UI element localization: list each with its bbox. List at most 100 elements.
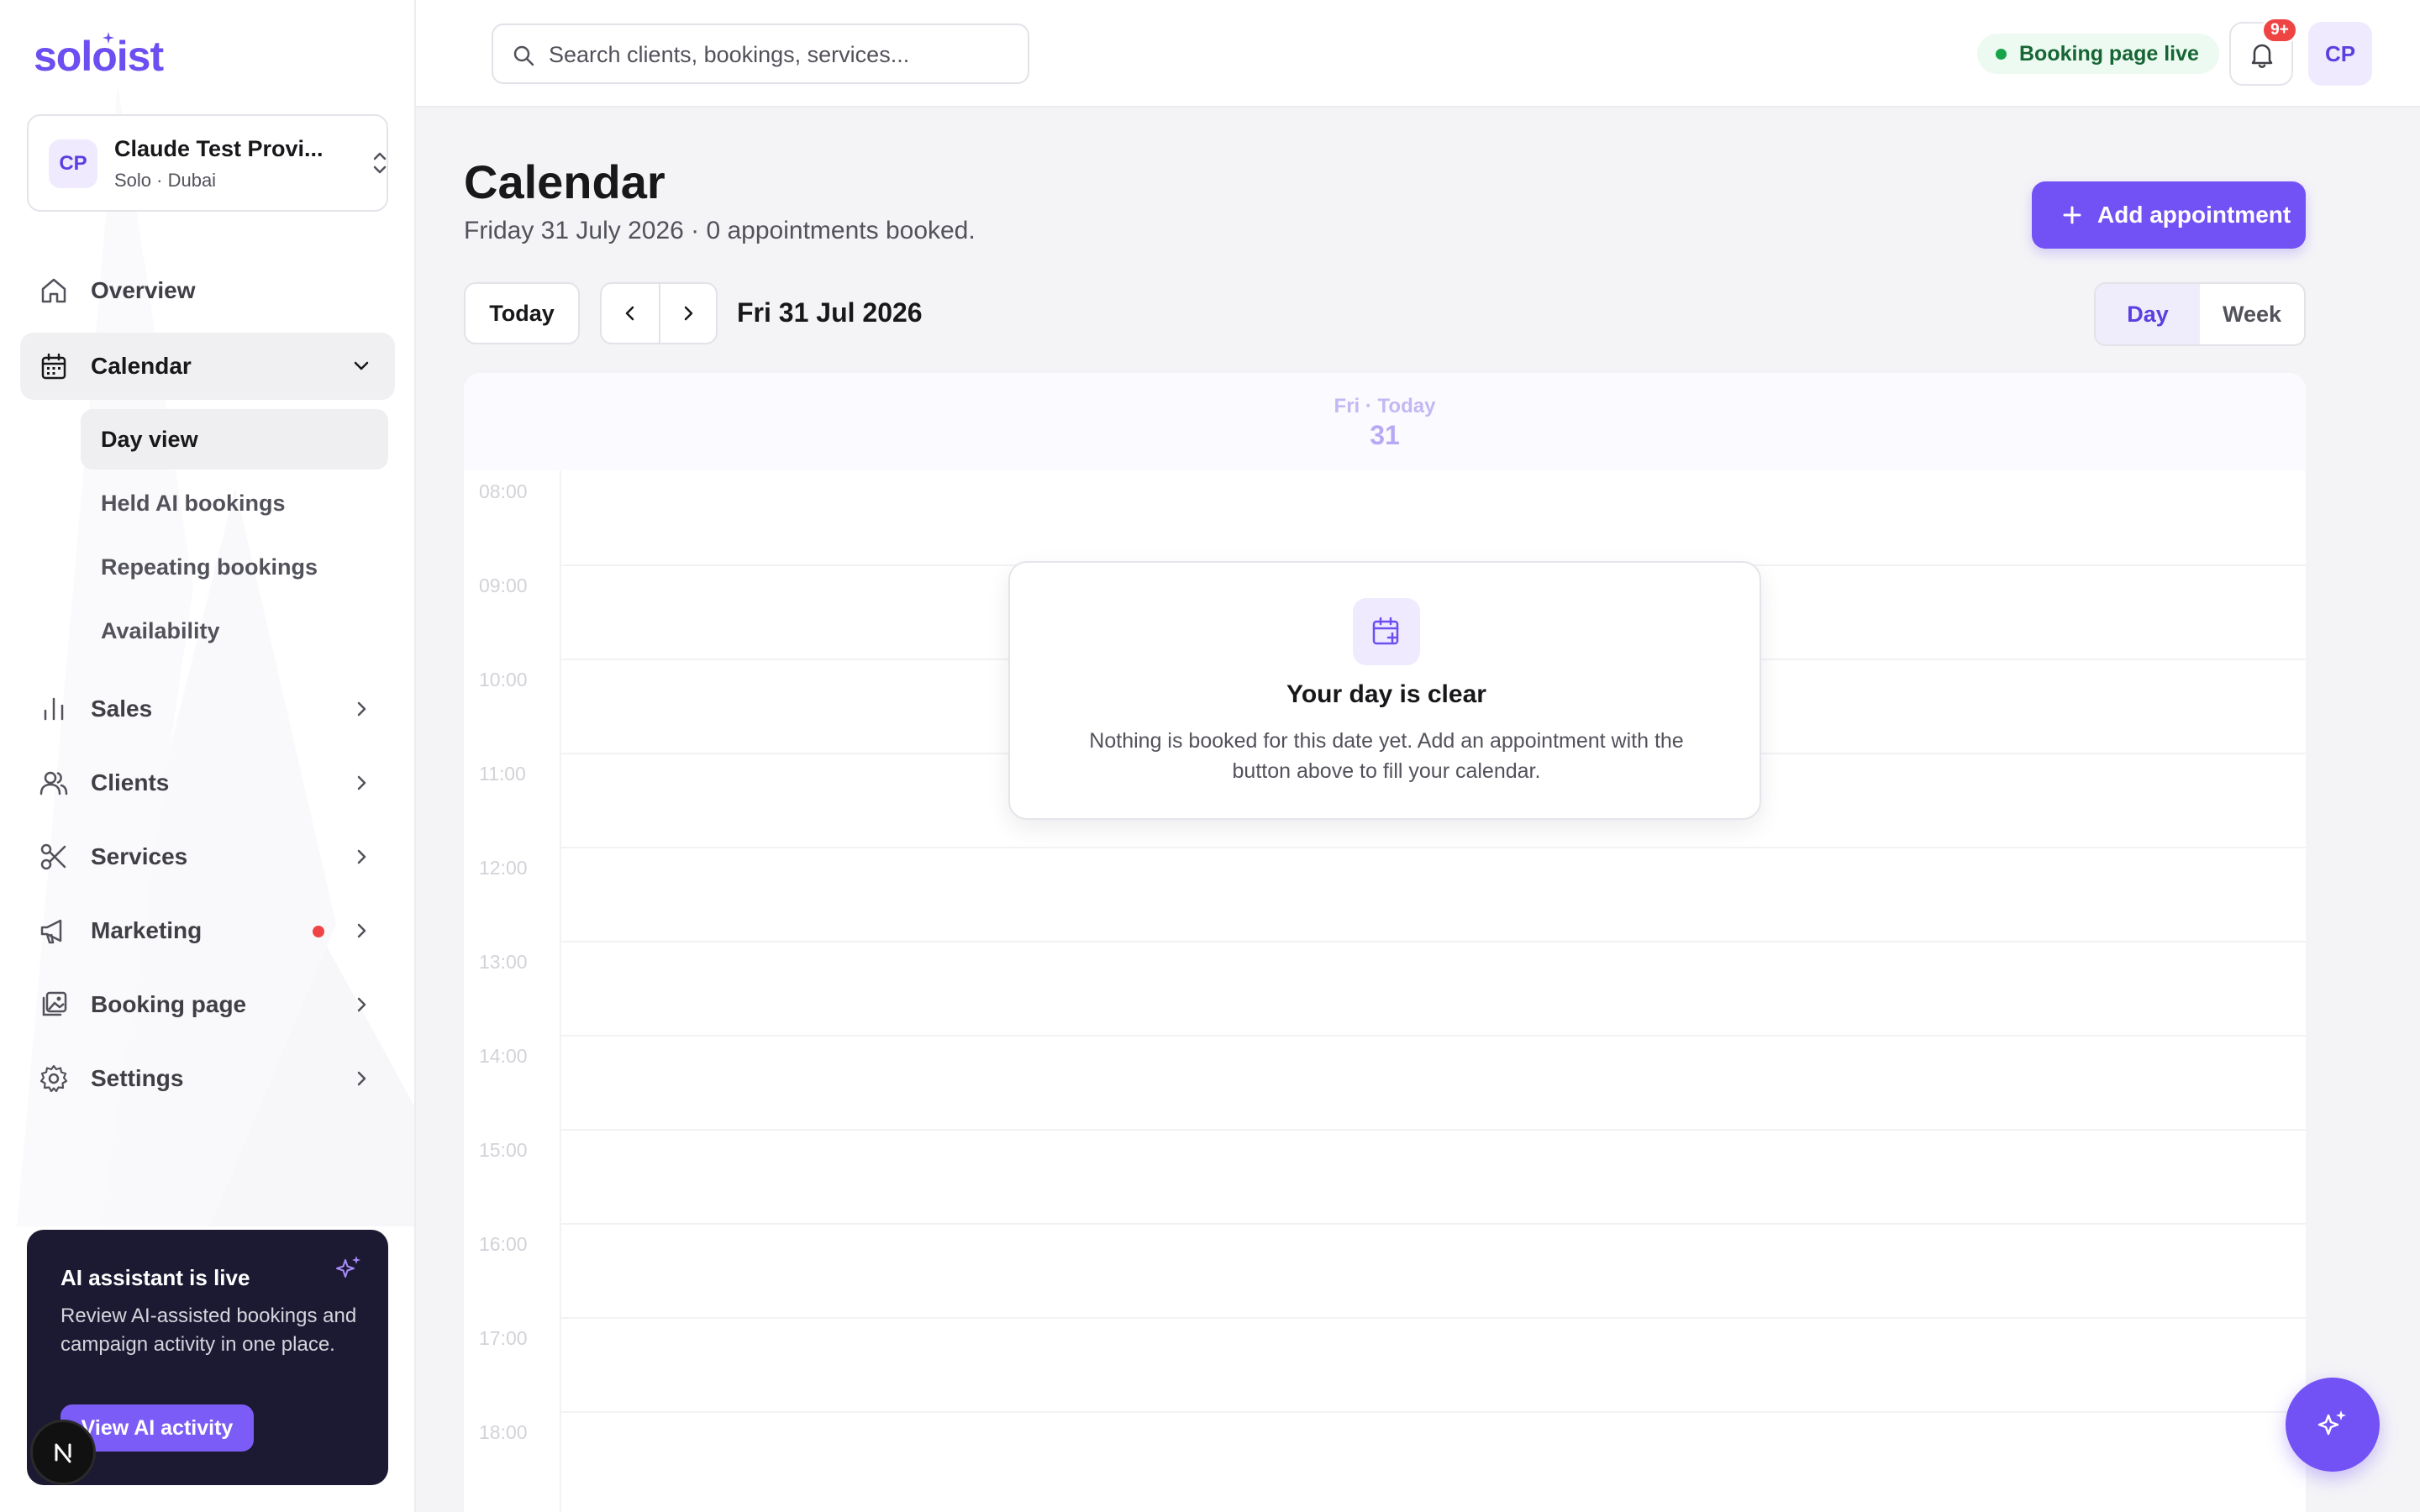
- notification-dot: [313, 926, 324, 937]
- chevron-right-icon: [357, 775, 366, 790]
- sidebar-item-overview[interactable]: Overview: [20, 257, 395, 324]
- hour-label: 09:00: [479, 575, 528, 596]
- plus-icon: [2063, 206, 2081, 224]
- today-button[interactable]: Today: [464, 282, 580, 344]
- hour-label: 11:00: [479, 763, 526, 785]
- sidebar-subitem-availability[interactable]: Availability: [81, 601, 388, 661]
- sidebar-subitem-repeating-bookings[interactable]: Repeating bookings: [81, 537, 388, 597]
- sidebar: soloist CP Claude Test Provi... Solo · D…: [0, 0, 416, 1512]
- view-week-button[interactable]: Week: [2200, 284, 2304, 344]
- sidebar-subitem-day-view[interactable]: Day view: [81, 409, 388, 470]
- chevron-right-icon: [357, 923, 366, 938]
- sidebar-item-label: Marketing: [91, 917, 203, 943]
- hour-gridline: [561, 847, 2306, 848]
- chevron-right-icon: [357, 849, 366, 864]
- calendar-day-header: Fri · Today 31: [464, 373, 2306, 470]
- sidebar-item-sales[interactable]: Sales: [20, 675, 395, 743]
- scissors-icon: [40, 843, 66, 870]
- app-root: soloist CP Claude Test Provi... Solo · D…: [0, 0, 2420, 1512]
- sidebar-item-settings[interactable]: Settings: [20, 1045, 395, 1112]
- n-logo-icon: [55, 1443, 71, 1463]
- hour-label: 18:00: [479, 1421, 528, 1443]
- page-subtitle: Friday 31 July 2026 · 0 appointments boo…: [464, 217, 976, 244]
- sparkles-icon: [336, 1256, 360, 1278]
- calendar-day-grid: Fri · Today 31 08:00 09:00 10:00 11:00 12:00…: [464, 373, 2306, 1512]
- status-label: Booking page live: [2019, 41, 2199, 66]
- sidebar-item-services[interactable]: Services: [20, 823, 395, 890]
- account-avatar: CP: [49, 139, 97, 188]
- users-icon: [39, 771, 68, 795]
- hour-label: 15:00: [479, 1139, 528, 1161]
- hour-label: 12:00: [479, 857, 528, 879]
- sidebar-item-marketing[interactable]: Marketing: [20, 897, 395, 964]
- account-name: Claude Test Provi...: [114, 136, 324, 161]
- hour-label: 14:00: [479, 1045, 528, 1067]
- notification-count-badge: 9+: [2261, 17, 2298, 44]
- bell-icon: [2251, 44, 2273, 68]
- current-date-label: Fri 31 Jul 2026: [737, 297, 923, 328]
- sidebar-item-label: Clients: [91, 769, 170, 795]
- logo-spark-icon: [103, 32, 114, 44]
- hour-label: 17:00: [479, 1327, 528, 1349]
- hour-gridline: [561, 1035, 2306, 1037]
- ai-card-title: AI assistant is live: [60, 1265, 250, 1290]
- sidebar-item-label: Overview: [91, 277, 196, 303]
- previous-day-button[interactable]: [602, 284, 659, 343]
- day-header-label: Fri · Today: [1334, 395, 1436, 417]
- next-day-button[interactable]: [658, 284, 716, 343]
- chevron-down-icon: [354, 361, 369, 370]
- empty-state-title: Your day is clear: [1286, 680, 1486, 708]
- search-box[interactable]: [492, 24, 1029, 84]
- view-toggle: Day Week: [2094, 282, 2306, 346]
- gear-icon: [39, 1064, 68, 1093]
- top-bar: Booking page live 9+ CP: [416, 0, 2420, 108]
- ai-assistant-fab[interactable]: [2286, 1378, 2380, 1472]
- account-switcher[interactable]: CP Claude Test Provi... Solo · Dubai: [27, 114, 388, 212]
- user-avatar-button[interactable]: CP: [2308, 22, 2372, 86]
- sidebar-subitem-held-ai-bookings[interactable]: Held AI bookings: [81, 473, 388, 533]
- ai-card-description: Review AI-assisted bookings and campaign…: [60, 1305, 357, 1356]
- sidebar-item-calendar[interactable]: Calendar: [20, 333, 395, 400]
- hour-gridline: [561, 1129, 2306, 1131]
- empty-state-description: Nothing is booked for this date yet. Add…: [1089, 729, 1684, 783]
- calendar-icon: [41, 353, 66, 380]
- megaphone-icon: [40, 919, 62, 944]
- sidebar-item-label: Services: [91, 843, 188, 869]
- add-appointment-button[interactable]: Add appointment: [2032, 181, 2306, 249]
- search-input[interactable]: [549, 37, 1019, 72]
- account-subtitle: Solo · Dubai: [114, 170, 217, 191]
- empty-state-icon-wrap: [1353, 598, 1420, 665]
- hour-gridline: [561, 1223, 2306, 1225]
- sidebar-item-booking-page[interactable]: Booking page: [20, 971, 395, 1038]
- sidebar-item-label: Settings: [91, 1065, 184, 1091]
- dev-tools-badge[interactable]: [30, 1420, 96, 1485]
- chevron-right-icon: [357, 701, 366, 717]
- empty-state-card: Your day is clear Nothing is booked for …: [1008, 561, 1761, 820]
- hour-label: 13:00: [479, 951, 528, 973]
- sidebar-item-label: Booking page: [91, 991, 247, 1017]
- view-day-button[interactable]: Day: [2096, 284, 2200, 344]
- sidebar-item-clients[interactable]: Clients: [20, 749, 395, 816]
- chevron-right-icon: [684, 306, 693, 321]
- chevron-up-down-icon: [373, 152, 387, 174]
- day-header-number: 31: [1370, 420, 1400, 450]
- hour-label: 16:00: [479, 1233, 528, 1255]
- calendar-plus-icon: [1372, 617, 1399, 645]
- hour-label: 10:00: [479, 669, 528, 690]
- chevron-left-icon: [625, 306, 634, 321]
- chevron-right-icon: [357, 997, 366, 1012]
- chevron-right-icon: [357, 1071, 366, 1086]
- search-icon: [513, 45, 534, 66]
- hour-gridline: [561, 1411, 2306, 1413]
- images-icon: [42, 991, 67, 1016]
- date-navigation: [600, 282, 718, 344]
- booking-page-status-badge[interactable]: Booking page live: [1977, 34, 2219, 74]
- hour-label: 08:00: [479, 480, 528, 502]
- home-icon: [41, 278, 66, 303]
- status-dot: [1996, 49, 2007, 60]
- bar-chart-icon: [44, 697, 64, 721]
- page-title: Calendar: [464, 155, 666, 208]
- hour-gridline: [561, 1317, 2306, 1319]
- app-logo[interactable]: soloist: [34, 32, 164, 81]
- sparkles-icon: [2317, 1410, 2346, 1436]
